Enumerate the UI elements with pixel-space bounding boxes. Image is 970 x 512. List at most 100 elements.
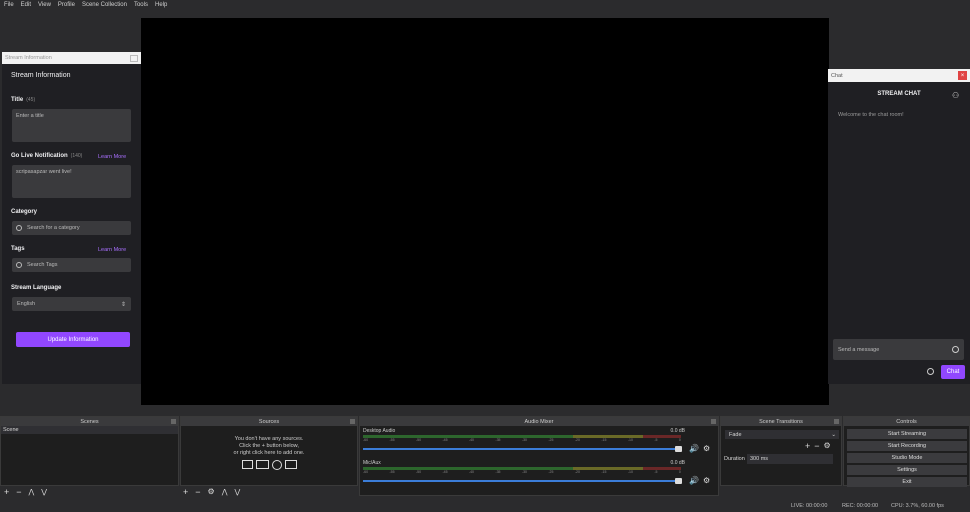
- tags-placeholder: Search Tags: [27, 262, 58, 268]
- language-value: English: [17, 301, 36, 307]
- chat-welcome-message: Welcome to the chat room!: [838, 112, 904, 118]
- menu-scene-collection[interactable]: Scene Collection: [82, 2, 127, 8]
- tags-search-input[interactable]: Search Tags: [12, 258, 131, 272]
- users-icon[interactable]: ⚇: [952, 91, 959, 100]
- volume-fader[interactable]: [363, 477, 682, 484]
- transitions-dock-title: Scene Transitions: [721, 417, 841, 426]
- notification-input[interactable]: scripasapzar went live!: [12, 165, 131, 198]
- meter-tick-label: -20: [574, 438, 580, 442]
- add-icon[interactable]: +: [805, 441, 810, 451]
- meter-tick-label: -20: [574, 470, 580, 474]
- duration-input[interactable]: 300 ms: [747, 454, 833, 464]
- meter-tick-label: -60: [363, 438, 369, 442]
- tags-learn-more-link[interactable]: Learn More: [98, 247, 126, 253]
- add-icon[interactable]: +: [4, 487, 9, 497]
- exit-button[interactable]: Exit: [847, 477, 967, 487]
- remove-icon[interactable]: −: [814, 441, 819, 451]
- sources-dock: Sources You don't have any sources. Clic…: [180, 416, 358, 486]
- meter-tick-label: -15: [601, 470, 607, 474]
- meter-tick-label: -45: [442, 470, 448, 474]
- move-up-icon[interactable]: ⋀: [29, 488, 35, 496]
- duration-label: Duration: [724, 456, 745, 462]
- meter-tick-label: -50: [415, 438, 422, 442]
- notification-learn-more-link[interactable]: Learn More: [98, 154, 126, 160]
- transition-type-value: Fade: [729, 431, 742, 438]
- meter-tick-label: 0: [678, 470, 681, 474]
- gear-icon[interactable]: ⚙: [703, 444, 710, 453]
- dock-pin-icon[interactable]: [711, 419, 716, 424]
- monitor-icon: [255, 460, 269, 469]
- move-down-icon[interactable]: ⋁: [41, 488, 47, 496]
- menu-edit[interactable]: Edit: [21, 2, 31, 8]
- speaker-icon[interactable]: 🔊: [689, 476, 699, 485]
- gear-icon[interactable]: ⚙: [824, 441, 831, 451]
- scene-list-item[interactable]: Scene: [1, 426, 178, 434]
- meter-tick-label: -45: [442, 438, 448, 442]
- channel-name: Mic/Aux: [363, 460, 381, 466]
- update-information-button[interactable]: Update Information: [16, 332, 130, 347]
- meter-tick-label: -55: [389, 470, 395, 474]
- sources-toolbar: + − ⚙ ⋀ ⋁: [183, 487, 240, 497]
- move-up-icon[interactable]: ⋀: [222, 488, 228, 496]
- start-recording-button[interactable]: Start Recording: [847, 441, 967, 451]
- dock-pin-icon[interactable]: [171, 419, 176, 424]
- controls-title-text: Controls: [896, 418, 917, 425]
- title-char-count: (45): [26, 97, 36, 103]
- meter-tick-label: -5: [654, 438, 658, 442]
- gear-icon[interactable]: ⚙: [208, 487, 215, 496]
- sources-empty-line: You don't have any sources.: [234, 436, 304, 442]
- meter-tick-label: -15: [601, 438, 607, 442]
- tags-label: Tags: [11, 246, 25, 252]
- sources-empty-line: Click the + button below,: [239, 443, 299, 449]
- menu-profile[interactable]: Profile: [58, 2, 75, 8]
- transition-toolbar: + − ⚙: [805, 441, 831, 451]
- menu-help[interactable]: Help: [155, 2, 167, 8]
- start-streaming-button[interactable]: Start Streaming: [847, 429, 967, 439]
- remove-icon[interactable]: −: [195, 487, 200, 497]
- close-icon[interactable]: ×: [958, 71, 967, 80]
- volume-meter: [363, 467, 681, 470]
- gear-icon[interactable]: ⚙: [703, 476, 710, 485]
- move-down-icon[interactable]: ⋁: [234, 488, 240, 496]
- remove-icon[interactable]: −: [16, 487, 21, 497]
- language-select[interactable]: English ⇕: [12, 297, 131, 311]
- menu-view[interactable]: View: [38, 2, 51, 8]
- category-placeholder: Search for a category: [27, 225, 80, 231]
- dock-pin-icon[interactable]: [834, 419, 839, 424]
- meter-tick-label: -25: [548, 470, 554, 474]
- rec-timer: REC: 00:00:00: [842, 503, 879, 509]
- transitions-title-text: Scene Transitions: [759, 418, 803, 425]
- menu-file[interactable]: File: [4, 2, 14, 8]
- camera-icon: [284, 460, 297, 469]
- category-search-input[interactable]: Search for a category: [12, 221, 131, 235]
- settings-button[interactable]: Settings: [847, 465, 967, 475]
- chat-send-button[interactable]: Chat: [941, 365, 965, 379]
- add-icon[interactable]: +: [183, 487, 188, 497]
- fader-handle[interactable]: [675, 477, 682, 484]
- speaker-icon[interactable]: 🔊: [689, 444, 699, 453]
- dock-pin-icon[interactable]: [350, 419, 355, 424]
- menu-bar: File Edit View Profile Scene Collection …: [0, 0, 970, 9]
- chat-titlebar: Chat ×: [828, 69, 970, 82]
- dock-float-button[interactable]: [130, 54, 138, 62]
- preview-canvas[interactable]: [141, 18, 829, 405]
- chat-message-input[interactable]: Send a message: [833, 339, 964, 360]
- fader-handle[interactable]: [675, 445, 682, 452]
- chat-settings-gear-icon[interactable]: [927, 368, 934, 375]
- volume-meter: [363, 435, 681, 438]
- stream-info-heading: Stream Information: [11, 72, 71, 79]
- transition-select[interactable]: Fade ⌄: [725, 430, 839, 439]
- volume-fader[interactable]: [363, 445, 682, 452]
- meter-tick-label: -25: [548, 438, 554, 442]
- mixer-channels: Desktop Audio 0.0 dB -60 -55 -50 -45 -40 -35 -30…: [360, 426, 718, 490]
- audio-mixer-dock-title: Audio Mixer: [360, 417, 718, 426]
- title-label: Title (45): [11, 97, 35, 103]
- title-input[interactable]: Enter a title: [12, 109, 131, 142]
- meter-tick-label: -10: [627, 470, 633, 474]
- globe-icon: [271, 460, 282, 470]
- menu-tools[interactable]: Tools: [134, 2, 148, 8]
- search-icon: [16, 262, 22, 268]
- studio-mode-button[interactable]: Studio Mode: [847, 453, 967, 463]
- meter-tick-label: -35: [495, 470, 501, 474]
- emote-icon[interactable]: [952, 346, 959, 353]
